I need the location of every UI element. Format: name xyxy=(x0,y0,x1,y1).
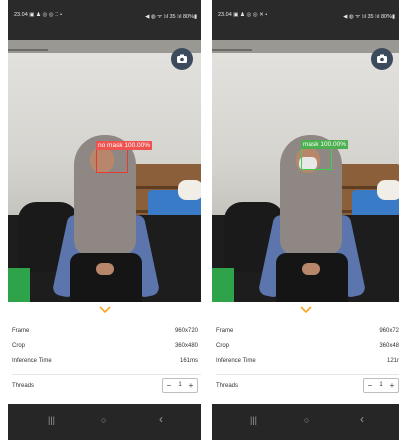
threads-value: 1 xyxy=(178,382,182,388)
camera-ceiling xyxy=(212,40,399,53)
crop-value: 360x48 xyxy=(379,343,399,349)
frame-row: Frame 960x720 xyxy=(12,326,201,336)
camera-ceiling-line xyxy=(212,49,252,51)
recents-button[interactable]: ||| xyxy=(48,415,55,425)
threads-label: Threads xyxy=(216,383,239,389)
chevron-down-icon[interactable] xyxy=(299,306,312,314)
camera-pillow xyxy=(377,180,399,200)
status-icons: ◀ ◍ ᯤ ⁞ıl 35 ⁞ıl 80%▮ xyxy=(343,14,395,20)
recents-button[interactable]: ||| xyxy=(250,415,257,425)
crop-label: Crop xyxy=(216,343,230,349)
frame-label: Frame xyxy=(216,328,234,334)
divider xyxy=(12,374,201,375)
threads-minus-button[interactable]: − xyxy=(364,379,376,392)
camera-pillow xyxy=(178,180,201,200)
camera-switch-button[interactable] xyxy=(371,48,393,70)
camera-preview: no mask 100.00% xyxy=(8,40,201,302)
inference-time-row: Inference Time 161ms xyxy=(12,356,201,366)
phone-screen-no-mask: 23.04 ▣ ♟ ◎ ◎ ⁚⁚ • ◀ ◍ ᯤ ⁞ıl 35 ⁞ıl 80%▮… xyxy=(8,0,201,440)
camera-switch-button[interactable] xyxy=(171,48,193,70)
threads-plus-button[interactable]: + xyxy=(386,379,398,392)
inference-time-row: Inference Time 121r xyxy=(216,356,399,366)
threads-label: Threads xyxy=(12,383,35,389)
camera-switch-icon xyxy=(177,54,187,63)
status-time: 23.04 ▣ ♟ ◎ ◎ ✕ • xyxy=(218,12,268,18)
frame-label: Frame xyxy=(12,328,30,334)
frame-value: 960x72 xyxy=(379,328,399,334)
threads-stepper: − 1 + xyxy=(162,378,198,393)
inference-time-value: 161ms xyxy=(179,358,198,364)
home-button[interactable]: ○ xyxy=(304,415,309,425)
bottom-sheet: Frame 960x72 Crop 360x48 Inference Time … xyxy=(212,302,399,404)
crop-value: 360x480 xyxy=(174,343,198,349)
camera-ceiling xyxy=(8,40,201,53)
system-nav-bar: ||| ○ ‹ xyxy=(8,404,201,440)
crop-row: Crop 360x480 xyxy=(12,341,201,351)
status-icons: ◀ ◍ ᯤ ⁞ıl 35 ⁞ıl 80%▮ xyxy=(145,14,197,20)
crop-row: Crop 360x48 xyxy=(216,341,399,351)
threads-minus-button[interactable]: − xyxy=(163,379,175,392)
system-nav-bar: ||| ○ ‹ xyxy=(212,404,399,440)
inference-time-label: Inference Time xyxy=(12,358,52,364)
detection-label: mask 100.00% xyxy=(301,140,348,149)
divider xyxy=(216,374,399,375)
frame-value: 960x720 xyxy=(174,328,198,334)
status-time: 23.04 ▣ ♟ ◎ ◎ ⁚⁚ • xyxy=(14,12,63,18)
status-bar: 23.04 ▣ ♟ ◎ ◎ ⁚⁚ • ◀ ◍ ᯤ ⁞ıl 35 ⁞ıl 80%▮ xyxy=(8,0,201,40)
camera-green-object xyxy=(212,268,234,302)
camera-preview: mask 100.00% xyxy=(212,40,399,302)
threads-value: 1 xyxy=(379,382,383,388)
bottom-sheet: Frame 960x720 Crop 360x480 Inference Tim… xyxy=(8,302,201,404)
threads-stepper: − 1 + xyxy=(363,378,399,393)
back-button[interactable]: ‹ xyxy=(159,412,163,426)
detection-label: no mask 100.00% xyxy=(96,141,153,150)
status-bar: 23.04 ▣ ♟ ◎ ◎ ✕ • ◀ ◍ ᯤ ⁞ıl 35 ⁞ıl 80%▮ xyxy=(212,0,399,40)
camera-switch-icon xyxy=(377,54,387,63)
home-button[interactable]: ○ xyxy=(101,415,106,425)
threads-plus-button[interactable]: + xyxy=(185,379,197,392)
phone-screen-mask: 23.04 ▣ ♟ ◎ ◎ ✕ • ◀ ◍ ᯤ ⁞ıl 35 ⁞ıl 80%▮ … xyxy=(212,0,399,440)
camera-ceiling-line xyxy=(8,49,48,51)
inference-time-value: 121r xyxy=(386,358,399,364)
inference-time-label: Inference Time xyxy=(216,358,256,364)
chevron-down-icon[interactable] xyxy=(98,306,111,314)
back-button[interactable]: ‹ xyxy=(360,412,364,426)
camera-green-object xyxy=(8,268,30,302)
crop-label: Crop xyxy=(12,343,26,349)
frame-row: Frame 960x72 xyxy=(216,326,399,336)
